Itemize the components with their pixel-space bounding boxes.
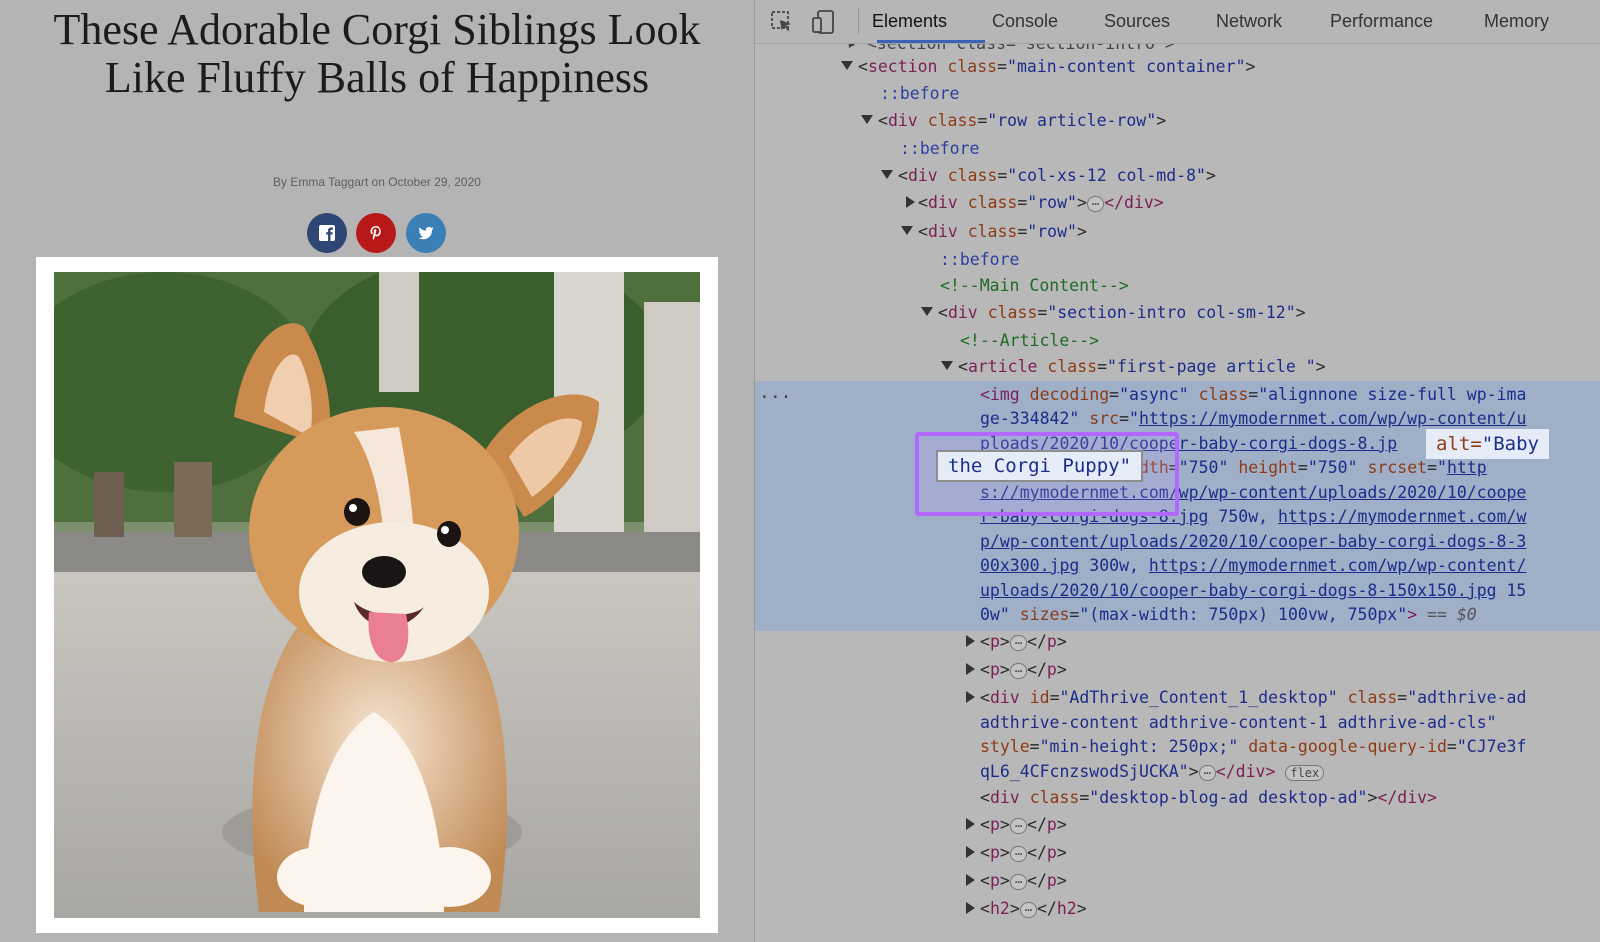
active-tab-indicator (877, 40, 985, 43)
collapse-triangle-icon[interactable] (966, 902, 975, 914)
article-title: These Adorable Corgi Siblings Look Like … (53, 5, 701, 102)
dom-node-section-intro[interactable]: <div class="section-intro col-sm-12"> (938, 300, 1306, 325)
dom-node-img-line1[interactable]: <img decoding="async" class="alignnone s… (980, 382, 1526, 407)
collapse-triangle-icon[interactable] (966, 691, 975, 703)
collapse-triangle-icon[interactable] (966, 818, 975, 830)
highlighted-alt-text: the Corgi Puppy" (936, 450, 1144, 482)
expand-triangle-icon[interactable] (921, 307, 933, 316)
facebook-icon (319, 225, 335, 241)
tab-sources[interactable]: Sources (1104, 11, 1170, 32)
ellipsis-pill[interactable]: ⋯ (1198, 764, 1216, 781)
toolbar-separator (858, 8, 859, 34)
dom-node-col[interactable]: <div class="col-xs-12 col-md-8"> (898, 163, 1216, 188)
dom-node-img-line9[interactable]: uploads/2020/10/cooper-baby-corgi-dogs-8… (980, 578, 1526, 603)
collapse-triangle-icon[interactable] (966, 874, 975, 886)
dom-node-img-line7[interactable]: p/wp-content/uploads/2020/10/cooper-baby… (980, 529, 1526, 554)
dom-node-adthrive-line4[interactable]: qL6_4CFcnzswodSjUCKA"> ⋯ </div> flex (980, 759, 1325, 784)
dom-node-row-article[interactable]: <div class="row article-row"> (878, 108, 1166, 133)
dom-node-img-line10[interactable]: 0w" sizes="(max-width: 750px) 100vw, 750… (980, 602, 1477, 627)
twitter-share-button[interactable] (406, 213, 446, 253)
dom-node-row[interactable]: <div class="row"> (918, 219, 1087, 244)
ellipsis-pill[interactable]: ⋯ (1019, 901, 1037, 918)
dom-node-p[interactable]: <p> ⋯ </p> (980, 657, 1067, 682)
flex-badge[interactable]: flex (1285, 764, 1325, 781)
webpage-panel: These Adorable Corgi Siblings Look Like … (0, 0, 754, 942)
tab-elements[interactable]: Elements (872, 11, 947, 32)
expand-triangle-icon[interactable] (941, 361, 953, 370)
dom-node-img-line2[interactable]: ge-334842" src="https://mymodernmet.com/… (980, 406, 1526, 431)
tab-network[interactable]: Network (1216, 11, 1282, 32)
expand-triangle-icon[interactable] (861, 115, 873, 124)
ellipsis-pill[interactable]: ⋯ (1009, 845, 1028, 862)
expand-triangle-icon[interactable] (901, 226, 913, 235)
tab-console[interactable]: Console (992, 11, 1058, 32)
dom-node-img-line8[interactable]: 00x300.jpg 300w, https://mymodernmet.com… (980, 553, 1526, 578)
expand-triangle-icon[interactable] (881, 170, 893, 179)
dom-pseudo-before[interactable]: ::before (880, 81, 959, 106)
dom-node-article[interactable]: <article class="first-page article "> (958, 354, 1326, 379)
ellipsis-pill[interactable]: ⋯ (1086, 195, 1105, 212)
collapse-triangle-icon[interactable] (966, 635, 975, 647)
dom-node-adthrive-line1[interactable]: <div id="AdThrive_Content_1_desktop" cla… (980, 685, 1526, 710)
dom-node-p[interactable]: <p> ⋯ </p> (980, 629, 1067, 654)
collapse-triangle-icon[interactable] (966, 663, 975, 675)
expand-triangle-icon[interactable] (841, 61, 853, 70)
device-toolbar-icon[interactable] (811, 9, 837, 35)
element-picker-icon[interactable] (769, 9, 795, 35)
devtools-panel: Elements Console Sources Network Perform… (755, 0, 1600, 942)
article-byline: By Emma Taggart on October 29, 2020 (273, 175, 481, 189)
dom-node-p[interactable]: <p> ⋯ </p> (980, 812, 1067, 837)
tab-performance[interactable]: Performance (1330, 11, 1433, 32)
devtools-toolbar: Elements Console Sources Network Perform… (755, 0, 1600, 44)
tab-memory[interactable]: Memory (1484, 11, 1549, 32)
collapse-triangle-icon[interactable] (906, 196, 915, 208)
dom-comment-article[interactable]: <!--Article--> (960, 328, 1099, 353)
dom-node-adthrive-line3[interactable]: style="min-height: 250px;" data-google-q… (980, 734, 1526, 759)
facebook-share-button[interactable] (307, 213, 347, 253)
dom-node-adthrive-line2[interactable]: adthrive-content adthrive-content-1 adth… (980, 710, 1497, 735)
corgi-puppy-photo (54, 272, 700, 918)
dom-node-row-collapsed[interactable]: <div class="row"> ⋯ </div> (918, 190, 1164, 215)
dom-pseudo-before[interactable]: ::before (900, 136, 979, 161)
dom-node-p[interactable]: <p> ⋯ </p> (980, 868, 1067, 893)
dom-node-h2[interactable]: <h2> ⋯ </h2> (980, 896, 1087, 921)
dom-node-desktop-ad[interactable]: <div class="desktop-blog-ad desktop-ad">… (980, 785, 1437, 810)
dom-tree: ··· ▸ <section class="section-intro"> <s… (755, 44, 1600, 942)
twitter-icon (418, 226, 434, 240)
ellipsis-pill[interactable]: ⋯ (1009, 873, 1028, 890)
node-actions-dots[interactable]: ··· (759, 387, 792, 408)
dom-comment-main-content[interactable]: <!--Main Content--> (940, 273, 1129, 298)
pinterest-icon (370, 226, 381, 240)
ellipsis-pill[interactable]: ⋯ (1009, 634, 1028, 651)
dom-node-section[interactable]: <section class="main-content container"> (858, 54, 1255, 79)
pinterest-share-button[interactable] (356, 213, 396, 253)
dom-pseudo-before[interactable]: ::before (940, 247, 1019, 272)
collapse-triangle-icon[interactable] (966, 846, 975, 858)
alt-attribute-tooltip: alt="Baby (1426, 429, 1549, 459)
ellipsis-pill[interactable]: ⋯ (1009, 817, 1028, 834)
dom-node-p[interactable]: <p> ⋯ </p> (980, 840, 1067, 865)
ellipsis-pill[interactable]: ⋯ (1009, 662, 1028, 679)
